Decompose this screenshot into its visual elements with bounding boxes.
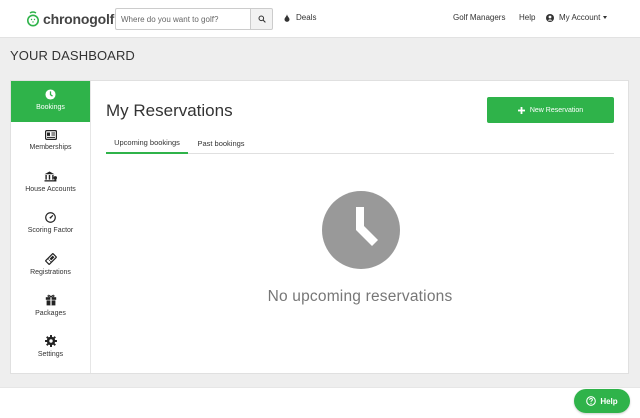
- gauge-icon: [45, 212, 56, 223]
- help-button[interactable]: Help: [574, 389, 630, 413]
- sidebar-item-registrations[interactable]: Registrations: [11, 245, 90, 286]
- top-nav-bar: chronogolf Deals Golf Managers Help My A…: [0, 0, 640, 38]
- help-button-label: Help: [600, 396, 618, 406]
- sidebar-item-settings[interactable]: Settings: [11, 327, 90, 368]
- sidebar-item-label: Memberships: [29, 144, 72, 151]
- empty-state-clock-icon: [322, 191, 400, 269]
- reservation-tabs: Upcoming bookings Past bookings: [106, 132, 614, 154]
- tab-upcoming-bookings[interactable]: Upcoming bookings: [106, 132, 188, 154]
- sidebar-item-label: Bookings: [36, 104, 65, 111]
- tab-label: Upcoming bookings: [114, 137, 180, 147]
- sidebar-item-label: Packages: [35, 310, 66, 317]
- sidebar-item-house-accounts[interactable]: House Accounts: [11, 163, 90, 204]
- search-button[interactable]: [250, 8, 273, 30]
- search-icon: [258, 15, 266, 23]
- bank-icon: [44, 171, 57, 182]
- sidebar-item-packages[interactable]: Packages: [11, 286, 90, 327]
- gear-icon: [44, 335, 57, 347]
- deals-link[interactable]: Deals: [284, 13, 316, 22]
- dashboard-panel: Bookings Memberships House Accounts Scor…: [10, 80, 629, 374]
- dashboard-title: YOUR DASHBOARD: [10, 48, 135, 63]
- chevron-down-icon: [603, 16, 608, 19]
- empty-state-message: No upcoming reservations: [267, 288, 453, 305]
- page-title: My Reservations: [106, 101, 233, 120]
- gift-icon: [45, 294, 56, 306]
- question-icon: [586, 396, 597, 406]
- sidebar-item-bookings[interactable]: Bookings: [11, 81, 90, 122]
- tab-label: Past bookings: [197, 138, 245, 148]
- tab-past-bookings[interactable]: Past bookings: [192, 132, 250, 154]
- help-link[interactable]: Help: [519, 13, 535, 22]
- clock-icon: [45, 89, 56, 100]
- search-input[interactable]: [115, 8, 250, 30]
- golf-managers-label: Golf Managers: [453, 13, 506, 22]
- sidebar-item-label: Settings: [37, 351, 64, 358]
- ticket-icon: [44, 253, 57, 265]
- sidebar-item-label: House Accounts: [25, 186, 76, 193]
- footer: [0, 387, 640, 418]
- plus-icon: [517, 106, 525, 114]
- new-reservation-button[interactable]: New Reservation: [487, 97, 614, 123]
- id-card-icon: [44, 130, 57, 140]
- brand-name: chronogolf: [43, 11, 115, 27]
- sidebar: Bookings Memberships House Accounts Scor…: [11, 81, 91, 373]
- sidebar-item-label: Registrations: [30, 269, 71, 276]
- search-bar: [115, 8, 273, 30]
- brand-logo[interactable]: chronogolf: [26, 10, 114, 28]
- sidebar-item-memberships[interactable]: Memberships: [11, 122, 90, 163]
- sidebar-item-scoring-factor[interactable]: Scoring Factor: [11, 204, 90, 245]
- my-account-label: My Account: [559, 13, 601, 22]
- golf-managers-link[interactable]: Golf Managers: [453, 13, 505, 22]
- new-reservation-label: New Reservation: [529, 106, 584, 114]
- drop-icon: [284, 13, 290, 22]
- help-label: Help: [519, 13, 536, 22]
- my-account-menu[interactable]: My Account: [546, 13, 608, 22]
- sidebar-item-label: Scoring Factor: [27, 227, 74, 234]
- golf-ball-logo-icon: [27, 11, 39, 27]
- user-icon: [546, 13, 554, 22]
- deals-label: Deals: [296, 13, 317, 22]
